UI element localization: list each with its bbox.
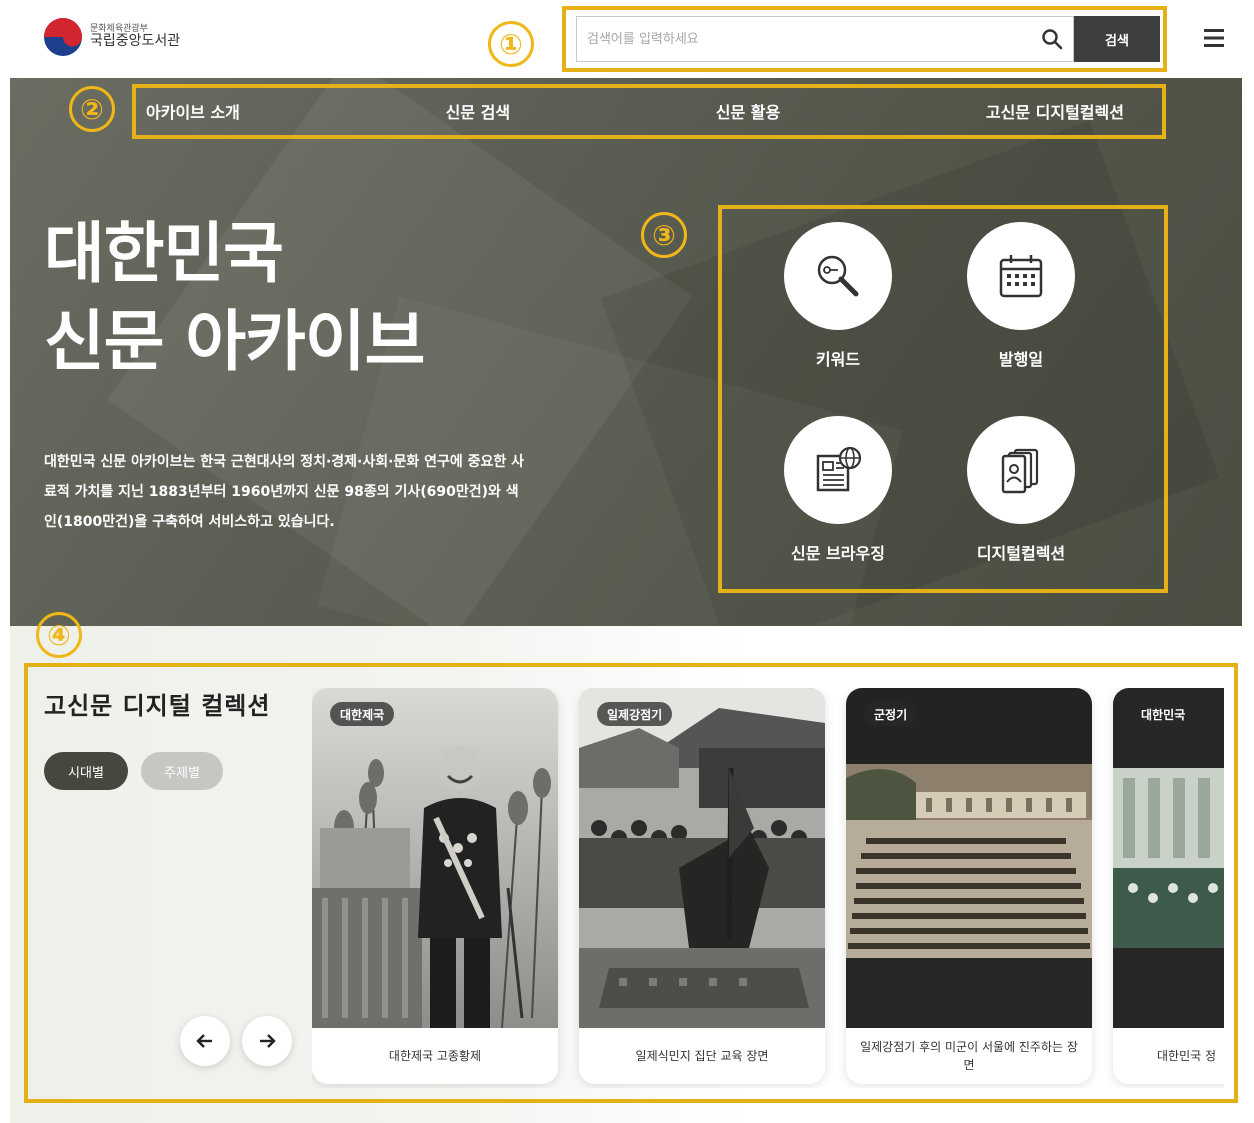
collection-cards-icon — [967, 416, 1075, 524]
collection-card[interactable]: 대한민국 대한민국 정 — [1113, 688, 1224, 1084]
page: 문화체육관광부 국립중앙도서관 검색 아카이브 소개 신문 검색 신문 활용 고… — [0, 0, 1254, 1123]
header: 문화체육관광부 국립중앙도서관 검색 — [0, 0, 1254, 78]
card-era-tag: 군정기 — [864, 702, 918, 726]
annotation-badge-3: ③ — [641, 212, 687, 258]
hamburger-menu-icon[interactable] — [1202, 26, 1228, 50]
arrow-left-icon — [196, 1034, 212, 1048]
quick-link-keyword[interactable]: 키워드 — [773, 222, 903, 370]
logo-library-name: 국립중앙도서관 — [90, 33, 181, 50]
site-logo[interactable]: 문화체육관광부 국립중앙도서관 — [44, 18, 180, 56]
nav-item-archive-intro[interactable]: 아카이브 소개 — [146, 99, 240, 123]
taegeuk-logo-icon — [44, 18, 82, 56]
hero-title-line1: 대한민국 — [44, 215, 284, 292]
carousel-prev-button[interactable] — [180, 1016, 230, 1066]
search-input[interactable] — [587, 31, 1041, 47]
filter-by-era-button[interactable]: 시대별 — [44, 752, 128, 790]
collection-card[interactable]: 일제강점기 일제식민지 집단 교육 장면 — [579, 688, 825, 1084]
card-era-tag: 대한민국 — [1131, 702, 1196, 726]
calendar-icon — [967, 222, 1075, 330]
arrow-right-icon — [260, 1034, 276, 1048]
search-bar: 검색 — [576, 16, 1160, 62]
main-nav: 아카이브 소개 신문 검색 신문 활용 고신문 디지털컬렉션 — [134, 85, 1164, 137]
card-photo-parade — [846, 688, 1092, 1028]
newspaper-globe-icon — [784, 416, 892, 524]
filter-by-topic-button[interactable]: 주제별 — [141, 752, 223, 790]
collection-title: 고신문 디지털 컬렉션 — [44, 692, 271, 720]
card-photo-emperor — [312, 688, 558, 1029]
annotation-badge-2: ② — [69, 86, 115, 132]
card-photo-crowd — [579, 688, 825, 1028]
annotation-badge-4: ④ — [36, 612, 82, 658]
hero-title-line2: 신문 아카이브 — [44, 303, 425, 380]
collection-card[interactable]: 군정기 일제강점기 후의 미군이 서울에 진주하는 장면 — [846, 688, 1092, 1084]
collection-carousel: 대한제국 대한제국 고종황제 일제강점기 일제식민지 집단 교육 장면 군정기 … — [312, 688, 1224, 1088]
card-caption: 일제강점기 후의 미군이 서울에 진주하는 장면 — [860, 1040, 1078, 1072]
nav-item-newspaper-search[interactable]: 신문 검색 — [446, 99, 510, 123]
nav-item-newspaper-use[interactable]: 신문 활용 — [716, 99, 780, 123]
carousel-next-button[interactable] — [242, 1016, 292, 1066]
quick-link-date-label: 발행일 — [998, 350, 1044, 369]
card-era-tag: 일제강점기 — [597, 702, 673, 726]
search-icon[interactable] — [1041, 28, 1063, 50]
nav-item-digital-collection[interactable]: 고신문 디지털컬렉션 — [986, 99, 1124, 123]
quick-link-collection-label: 디지털컬렉션 — [976, 544, 1066, 563]
card-caption: 대한제국 고종황제 — [388, 1049, 482, 1063]
hero-description: 대한민국 신문 아카이브는 한국 근현대사의 정치·경제·사회·문화 연구에 중… — [44, 454, 524, 530]
card-caption: 일제식민지 집단 교육 장면 — [635, 1049, 769, 1063]
annotation-badge-1: ① — [488, 21, 534, 67]
search-button[interactable]: 검색 — [1074, 16, 1160, 62]
quick-link-browsing-label: 신문 브라우징 — [791, 544, 885, 563]
card-caption: 대한민국 정 — [1157, 1049, 1217, 1063]
quick-links: 키워드 발행일 신문 브라우징 디지털컬렉션 — [724, 208, 1164, 592]
collection-card[interactable]: 대한제국 대한제국 고종황제 — [312, 688, 558, 1084]
card-photo-government-building — [1113, 688, 1224, 1028]
quick-link-date[interactable]: 발행일 — [956, 222, 1086, 370]
quick-link-collection[interactable]: 디지털컬렉션 — [956, 416, 1086, 564]
hero-title: 대한민국 신문 아카이브 — [44, 210, 425, 386]
card-era-tag: 대한제국 — [330, 702, 395, 726]
keyword-search-icon — [784, 222, 892, 330]
quick-link-keyword-label: 키워드 — [815, 350, 861, 369]
quick-link-browsing[interactable]: 신문 브라우징 — [773, 416, 903, 564]
search-box — [576, 16, 1074, 62]
